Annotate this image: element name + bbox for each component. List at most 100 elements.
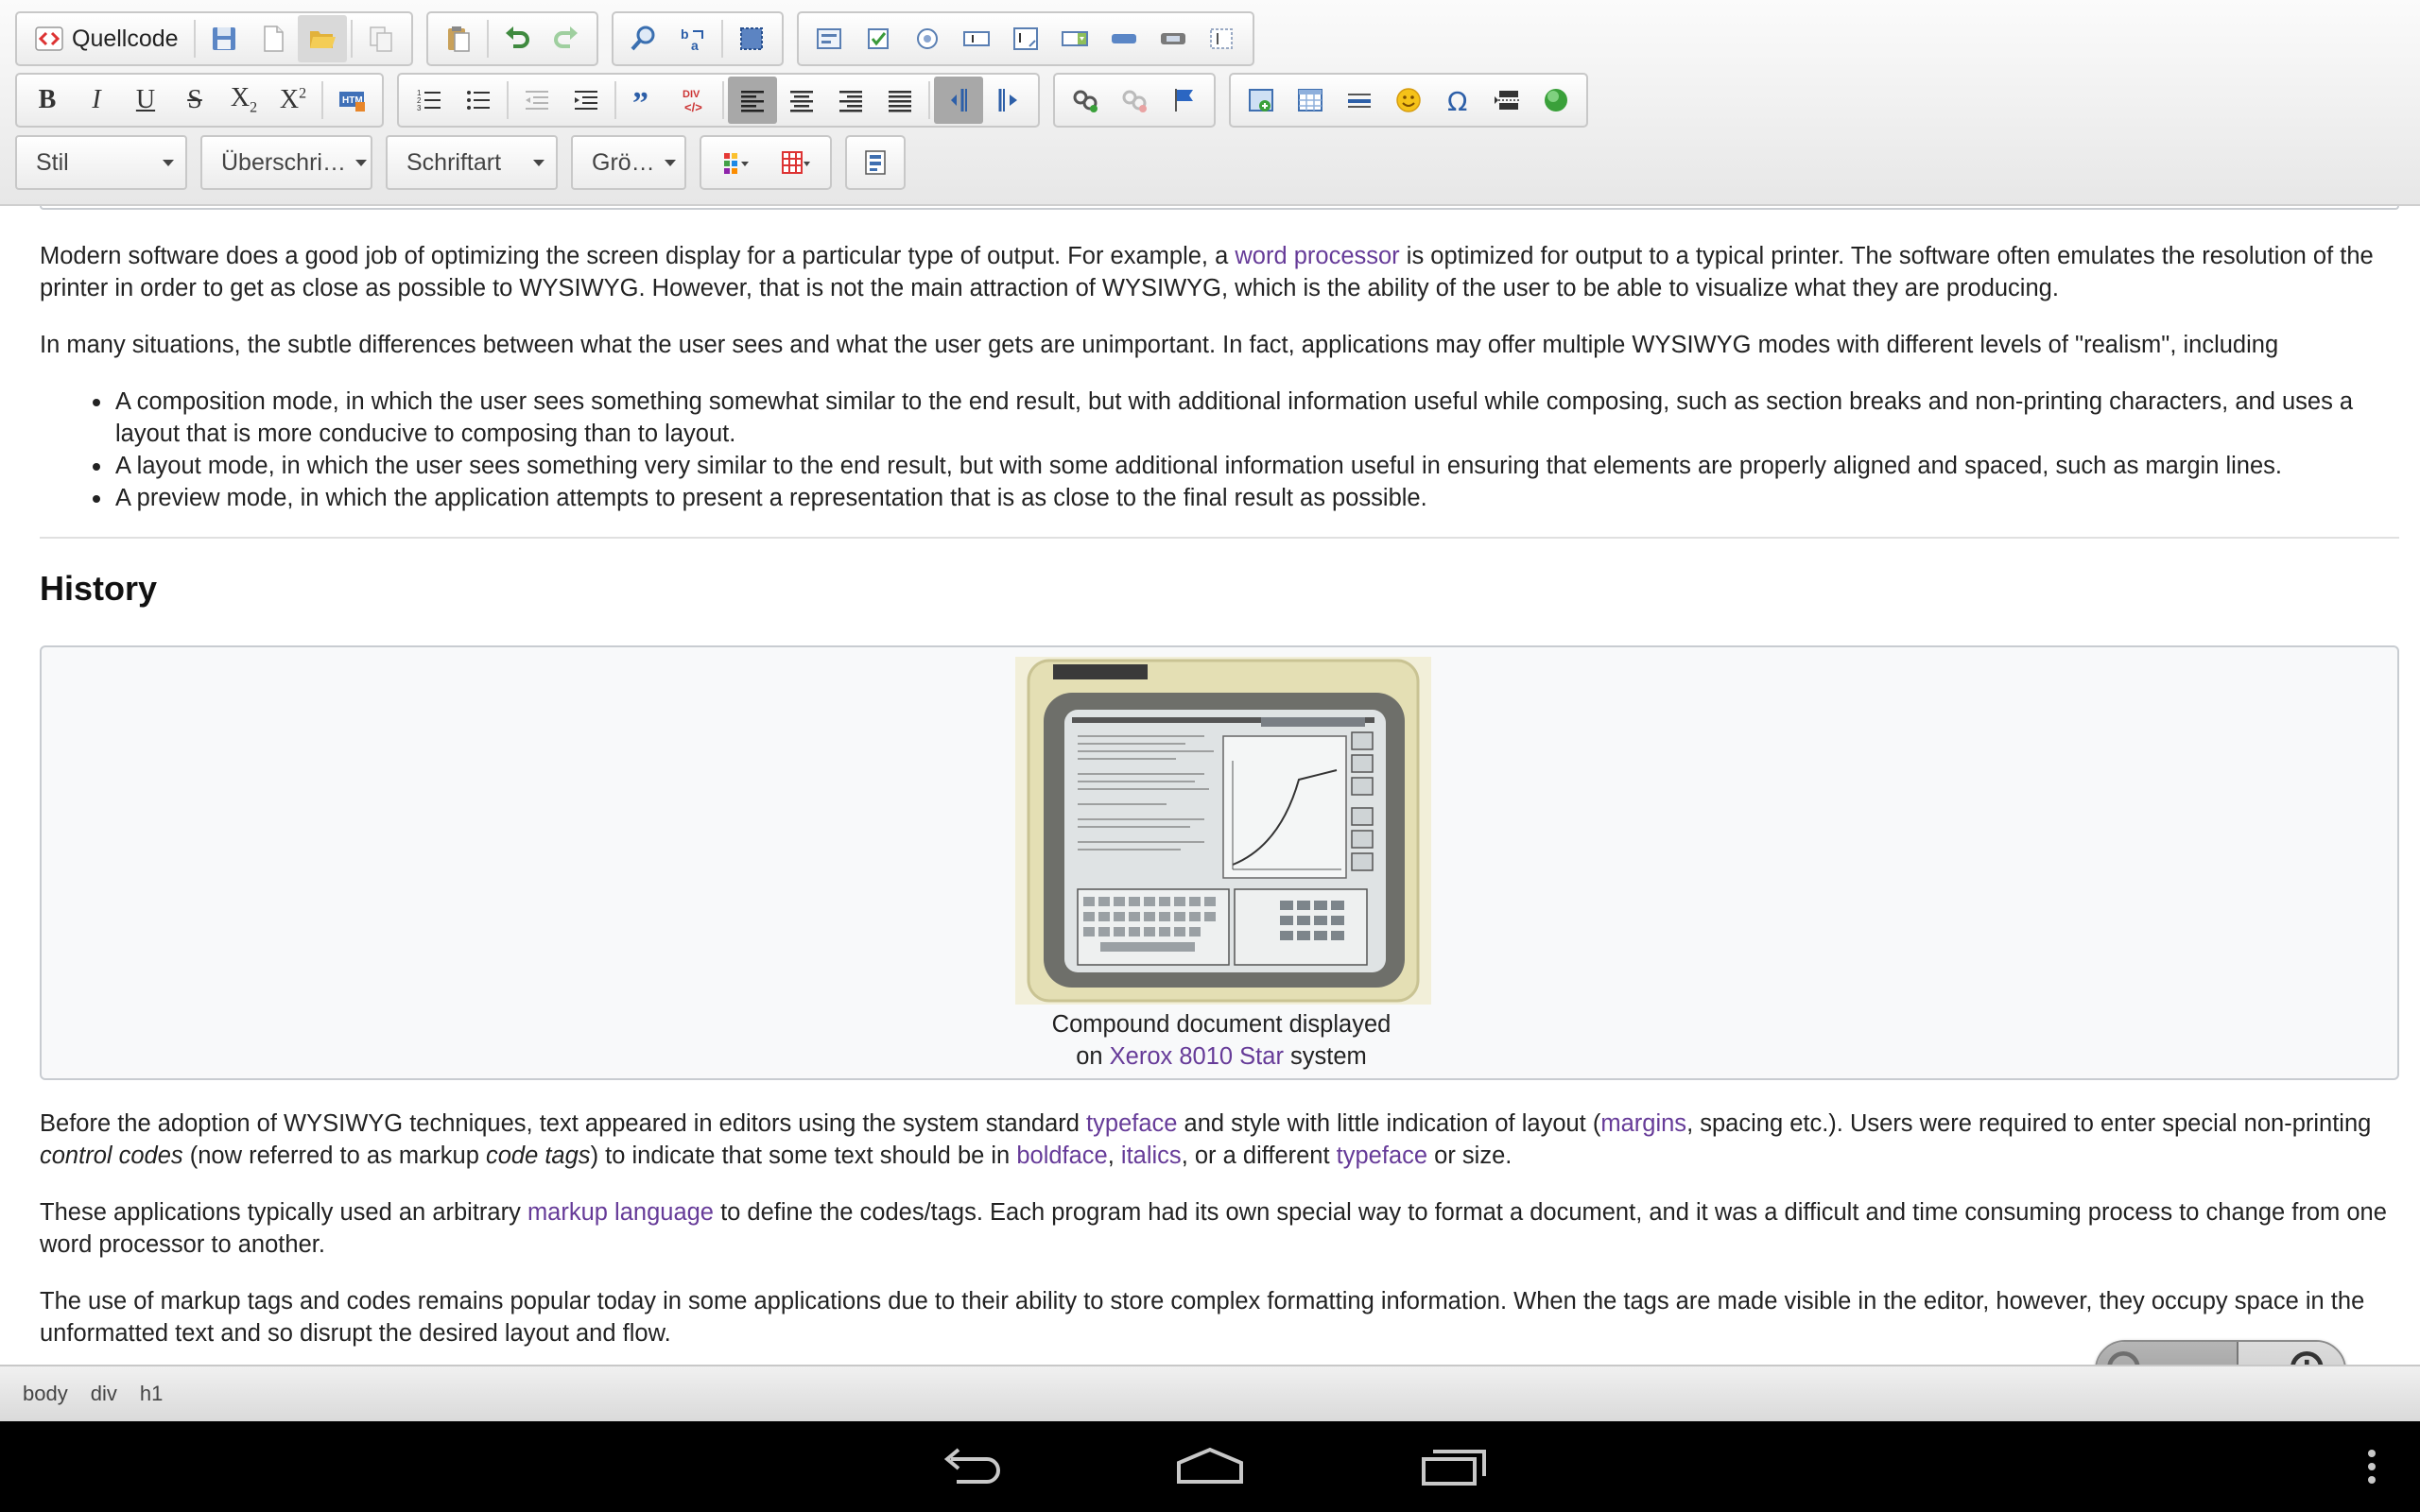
copy-button[interactable]: [356, 15, 406, 62]
checkbox-button[interactable]: [854, 15, 903, 62]
table-grid-button[interactable]: [766, 139, 826, 186]
anchor-button[interactable]: [1159, 77, 1208, 124]
underline-button[interactable]: U: [121, 77, 170, 124]
home-button[interactable]: [1167, 1438, 1253, 1495]
image-button-field-button[interactable]: [1149, 15, 1198, 62]
recent-apps-button[interactable]: [1410, 1438, 1495, 1495]
bulleted-list-icon: [467, 91, 490, 110]
toolbar-group-paragraph: 123 ” DIV </>: [397, 73, 1040, 128]
align-left-icon: [741, 91, 764, 112]
strikethrough-button[interactable]: S: [170, 77, 219, 124]
remove-format-button[interactable]: HTM: [327, 77, 376, 124]
align-left-button[interactable]: [728, 77, 777, 124]
justify-button[interactable]: [875, 77, 925, 124]
blockquote-button[interactable]: ”: [620, 77, 669, 124]
button-field-icon: [1111, 34, 1136, 43]
radio-button[interactable]: [903, 15, 952, 62]
new-page-button[interactable]: [249, 15, 298, 62]
align-right-button[interactable]: [826, 77, 875, 124]
button-field-button[interactable]: [1099, 15, 1149, 62]
italic-text: code tags: [485, 1143, 591, 1169]
source-button[interactable]: Quellcode: [23, 15, 190, 62]
subscript-icon: X2: [230, 83, 258, 116]
templates-button[interactable]: [297, 15, 347, 62]
create-div-button[interactable]: DIV </>: [669, 77, 718, 124]
hidden-field-button[interactable]: [1198, 15, 1247, 62]
font-combo-label: Schriftart: [406, 148, 502, 176]
textarea-button[interactable]: [1001, 15, 1050, 62]
size-combo[interactable]: Grö…: [571, 135, 686, 190]
overflow-menu-button[interactable]: [2329, 1438, 2414, 1495]
toolbar-group-document: Quellcode: [15, 11, 413, 66]
select-all-button[interactable]: [727, 15, 776, 62]
bulleted-list-button[interactable]: [454, 77, 503, 124]
form-button[interactable]: [804, 15, 854, 62]
text-run: , or a different: [1181, 1143, 1337, 1169]
italic-text: control codes: [40, 1143, 183, 1169]
italic-icon: I: [92, 85, 101, 114]
style-combo[interactable]: Stil: [15, 135, 187, 190]
bold-button[interactable]: B: [23, 77, 72, 124]
text-run: Modern software does a good job of optim…: [40, 243, 1236, 269]
inline-link[interactable]: typeface: [1086, 1110, 1177, 1137]
replace-button[interactable]: ba: [668, 15, 717, 62]
toolbar-group-find: ba: [611, 11, 784, 66]
superscript-button[interactable]: X2: [268, 77, 318, 124]
link-button[interactable]: [1061, 77, 1110, 124]
page-break-button[interactable]: [1482, 77, 1531, 124]
iframe-button[interactable]: [1531, 77, 1581, 124]
separator: [720, 20, 723, 58]
toolbar-group-links: [1053, 73, 1216, 128]
inline-link[interactable]: italics: [1121, 1143, 1182, 1169]
inline-link[interactable]: margins: [1600, 1110, 1686, 1137]
text-color-button[interactable]: [705, 139, 766, 186]
copy-icon: [369, 26, 392, 52]
textarea-icon: [1012, 27, 1038, 50]
italic-button[interactable]: I: [72, 77, 121, 124]
image-button[interactable]: [1236, 77, 1286, 124]
font-combo[interactable]: Schriftart: [386, 135, 558, 190]
paste-button[interactable]: [434, 15, 483, 62]
toolbar-row-1: Quellcode b a: [15, 11, 1268, 66]
toolbar-group-clipboard: [425, 11, 598, 66]
separator: [350, 20, 353, 58]
subscript-button[interactable]: X2: [219, 77, 268, 124]
inline-link[interactable]: boldface: [1016, 1143, 1107, 1169]
inline-link[interactable]: word processor: [1235, 243, 1399, 269]
separator: [193, 20, 196, 58]
text-direction-rtl-button[interactable]: [983, 77, 1032, 124]
table-button[interactable]: [1286, 77, 1335, 124]
heading-format-combo[interactable]: Überschri…: [200, 135, 372, 190]
outdent-button[interactable]: [512, 77, 562, 124]
select-field-button[interactable]: [1050, 15, 1099, 62]
xerox-star-link[interactable]: Xerox 8010 Star: [1110, 1043, 1284, 1070]
numbered-list-icon: 123: [417, 89, 441, 112]
align-center-button[interactable]: [777, 77, 826, 124]
inline-link[interactable]: markup language: [527, 1199, 714, 1226]
radio-icon: [916, 28, 938, 49]
inline-link[interactable]: typeface: [1337, 1143, 1427, 1169]
xerox-star-image: [1015, 657, 1431, 1005]
style-combo-label: Stil: [36, 148, 69, 176]
horizontal-rule-button[interactable]: [1335, 77, 1384, 124]
numbered-list-button[interactable]: 123: [405, 77, 454, 124]
indent-button[interactable]: [562, 77, 611, 124]
path-item-div[interactable]: div: [91, 1382, 117, 1406]
table-icon: [1298, 89, 1322, 112]
redo-icon: [553, 26, 578, 48]
separator: [614, 81, 616, 119]
redo-button[interactable]: [542, 15, 591, 62]
show-blocks-button[interactable]: [851, 139, 900, 186]
editor-content[interactable]: Modern software does a good job of optim…: [0, 206, 2420, 1365]
text-field-button[interactable]: [952, 15, 1001, 62]
find-button[interactable]: [619, 15, 668, 62]
save-button[interactable]: [199, 15, 249, 62]
path-item-h1[interactable]: h1: [140, 1382, 163, 1406]
undo-button[interactable]: [493, 15, 542, 62]
text-direction-ltr-button[interactable]: [934, 77, 983, 124]
smiley-button[interactable]: [1384, 77, 1433, 124]
back-button[interactable]: [925, 1438, 1010, 1495]
path-item-body[interactable]: body: [23, 1382, 68, 1406]
special-char-button[interactable]: Ω: [1433, 77, 1482, 124]
unlink-button[interactable]: [1110, 77, 1159, 124]
